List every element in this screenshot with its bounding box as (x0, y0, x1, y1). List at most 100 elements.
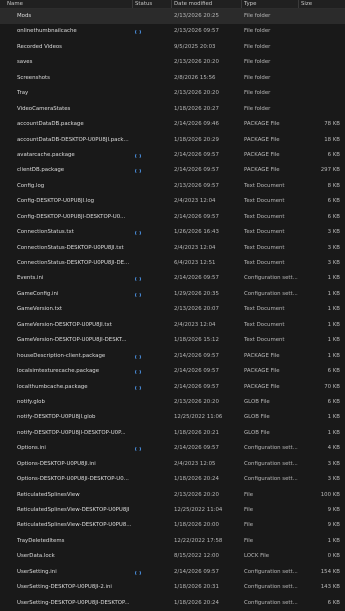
file-row[interactable]: Screenshots 2/8/2026 15:56 File folder (0, 71, 345, 86)
file-size: 6 KB (327, 368, 340, 375)
sync-status (135, 24, 145, 36)
file-row[interactable]: clientDB.package 2/14/2026 09:57 PACKAGE F… (0, 163, 345, 178)
file-name: notify.glob (17, 398, 45, 405)
file-row[interactable]: houseDescription-client.package 2/14/2026… (0, 349, 345, 364)
column-header-name[interactable]: Name (7, 0, 127, 8)
file-row[interactable]: UserSetting-DESKTOP-U0PU8JI-2.ini 1/18/20… (0, 580, 345, 595)
file-row[interactable]: GameVersion-DESKTOP-U0PU8JI-DESKT... 1/18… (0, 333, 345, 348)
file-row[interactable]: ReticulatedSplinesView 2/13/2026 20:20 Fil… (0, 488, 345, 503)
file-row[interactable]: localsimtexturecache.package 2/14/2026 09… (0, 364, 345, 379)
file-row[interactable]: Mods 2/13/2026 20:25 File folder (0, 9, 345, 25)
file-row[interactable]: Config-DESKTOP-U0PU8JI.log 2/4/2023 12:04… (0, 194, 345, 209)
sync-pending-icon (135, 168, 141, 175)
column-divider[interactable] (298, 0, 299, 8)
date-modified: 2/4/2023 12:04 (174, 321, 216, 328)
column-header-bar: Name Status Date modified Type Size (0, 0, 345, 9)
column-divider[interactable] (241, 0, 242, 8)
file-name: UserData.lock (17, 553, 55, 560)
file-name: houseDescription-client.package (17, 352, 106, 359)
date-modified: 9/5/2025 20:03 (174, 43, 216, 50)
file-row[interactable]: onlinethumbnailcache 2/13/2026 09:57 File … (0, 24, 345, 39)
file-name: VideoCameraStates (17, 105, 71, 112)
file-row[interactable]: ReticulatedSplinesView-DESKTOP-U0PU8... 1… (0, 518, 345, 533)
file-row[interactable]: VideoCameraStates 1/18/2026 20:27 File fol… (0, 102, 345, 117)
file-size: 3 KB (327, 260, 340, 266)
file-size: 8 KB (327, 182, 340, 189)
file-size: 6 KB (327, 213, 340, 220)
date-modified: 2/14/2026 09:57 (174, 368, 219, 375)
sync-status (135, 225, 145, 237)
file-name: UserSetting-DESKTOP-U0PU8JI-2.ini (17, 584, 112, 591)
date-modified: 2/13/2026 09:57 (174, 28, 219, 35)
date-modified: 1/18/2026 20:00 (174, 522, 219, 529)
date-modified: 8/15/2022 12:00 (174, 553, 219, 560)
column-header-type[interactable]: Type (244, 0, 294, 8)
file-row[interactable]: GameConfig.ini 1/29/2026 20:35 Configurati… (0, 287, 345, 302)
file-row[interactable]: ConnectionStatus-DESKTOP-U0PU8JI-DE... 6/… (0, 256, 345, 271)
file-row[interactable]: ConnectionStatus.txt 1/26/2026 16:43 Text … (0, 225, 345, 240)
date-modified: 2/14/2026 09:57 (174, 213, 219, 220)
file-name: ConnectionStatus.txt (17, 229, 74, 236)
file-name: UserSetting.ini (17, 568, 57, 575)
file-name: Mods (17, 13, 32, 19)
file-row[interactable]: Config-DESKTOP-U0PU8JI-DESKTOP-U0... 2/14… (0, 210, 345, 225)
column-divider[interactable] (132, 0, 133, 8)
file-row[interactable]: avatarcache.package 2/14/2026 09:57 PACKAG… (0, 148, 345, 163)
date-modified: 2/14/2026 09:57 (174, 167, 219, 174)
file-size: 4 KB (327, 445, 340, 452)
date-modified: 1/26/2026 16:43 (174, 229, 219, 236)
date-modified: 2/8/2026 15:56 (174, 74, 216, 81)
file-row[interactable]: Recorded Videos 9/5/2025 20:03 File folder (0, 40, 345, 55)
file-row[interactable]: accountDataDB-DESKTOP-U0PU8JI.pack... 1/1… (0, 133, 345, 148)
sync-pending-icon (135, 569, 141, 576)
file-name: UserSetting-DESKTOP-U0PU8JI-DESKTOP... (17, 599, 130, 606)
file-row[interactable]: ConnectionStatus-DESKTOP-U0PU8JI.txt 2/4/… (0, 241, 345, 256)
sync-status (135, 287, 145, 298)
column-divider[interactable] (171, 0, 172, 8)
file-row[interactable]: UserSetting-DESKTOP-U0PU8JI-DESKTOP... 1/… (0, 596, 345, 611)
file-row[interactable]: GameVersion.txt 2/13/2026 20:07 Text Docum… (0, 302, 345, 317)
file-row[interactable]: Options-DESKTOP-U0PU8JI.ini 2/4/2023 12:0… (0, 457, 345, 472)
file-name: Recorded Videos (17, 43, 62, 50)
date-modified: 12/25/2022 11:04 (174, 507, 223, 513)
file-row[interactable]: Tray 2/13/2026 20:20 File folder (0, 86, 345, 101)
date-modified: 2/13/2026 20:25 (174, 13, 219, 19)
file-row[interactable]: Options.ini 2/14/2026 09:57 Configuration … (0, 441, 345, 456)
date-modified: 2/14/2026 09:57 (174, 445, 219, 452)
file-name: notify-DESKTOP-U0PU8JI.glob (17, 414, 96, 421)
file-row[interactable]: ReticulatedSplinesView-DESKTOP-U0PU8JI 12… (0, 503, 345, 518)
file-name: TrayDeletedItems (17, 537, 65, 544)
column-header-size[interactable]: Size (301, 0, 341, 8)
sync-pending-icon (135, 384, 141, 391)
file-row[interactable]: saves 2/13/2026 20:20 File folder (0, 55, 345, 70)
file-size: 1 KB (327, 537, 340, 544)
file-size: 78 KB (324, 121, 340, 128)
sync-pending-icon (135, 369, 141, 376)
file-row[interactable]: TrayDeletedItems 12/22/2022 17:58 File 1 KB (0, 534, 345, 549)
file-row[interactable]: UserData.lock 8/15/2022 12:00 LOCK File 0 K… (0, 549, 345, 564)
column-header-date-modified[interactable]: Date modified (174, 0, 240, 8)
file-size: 1 KB (327, 275, 340, 282)
file-row[interactable]: notify.glob 2/13/2026 20:20 GLOB File 6 KB (0, 395, 345, 410)
file-row[interactable]: notify-DESKTOP-U0PU8JI.glob 12/25/2022 11… (0, 410, 345, 425)
file-row[interactable]: accountDataDB.package 2/14/2026 09:46 PACK… (0, 117, 345, 132)
file-row[interactable]: notify-DESKTOP-U0PU8JI-DESKTOP-U0P... 1/1… (0, 426, 345, 441)
date-modified: 1/18/2026 20:24 (174, 476, 219, 483)
file-row[interactable]: Config.log 2/13/2026 09:57 Text Document 8 … (0, 179, 345, 194)
file-row[interactable]: UserSetting.ini 2/14/2026 09:57 Configurat… (0, 565, 345, 580)
file-type: File folder (244, 13, 271, 19)
date-modified: 1/18/2026 15:12 (174, 337, 219, 344)
date-modified: 1/18/2026 20:31 (174, 584, 219, 591)
file-size: 154 KB (320, 568, 340, 575)
column-header-status[interactable]: Status (135, 0, 171, 8)
date-modified: 2/13/2026 20:20 (174, 398, 219, 405)
file-row[interactable]: Events.ini 2/14/2026 09:57 Configuration s… (0, 271, 345, 286)
file-size: 9 KB (327, 507, 340, 513)
file-row[interactable]: localthumbcache.package 2/14/2026 09:57 PA… (0, 380, 345, 395)
file-row[interactable]: Options-DESKTOP-U0PU8JI-DESKTOP-U0... 1/1… (0, 472, 345, 487)
file-type: File folder (244, 43, 271, 50)
file-name: ReticulatedSplinesView (17, 491, 80, 498)
file-size: 70 KB (324, 383, 340, 390)
file-size: 9 KB (327, 522, 340, 529)
file-row[interactable]: GameVersion-DESKTOP-U0PU8JI.txt 2/4/2023 … (0, 318, 345, 333)
